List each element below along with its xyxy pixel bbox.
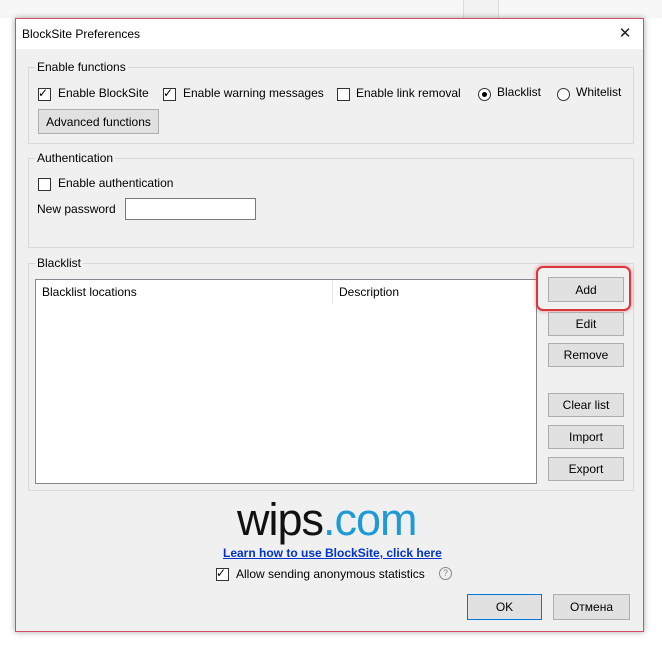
new-password-input[interactable] [125, 198, 256, 220]
logo-part-wips: wips [237, 494, 324, 545]
blacklist-group: Blacklist Blacklist locations Descriptio… [28, 256, 634, 491]
checkmark-icon: ✓ [216, 566, 227, 580]
clear-list-button[interactable]: Clear list [548, 393, 624, 417]
logo-part-com: .com [323, 494, 418, 545]
enable-blocksite-label: Enable BlockSite [58, 86, 149, 100]
close-icon[interactable]: ✕ [613, 22, 637, 46]
enable-authentication-checkbox[interactable] [38, 178, 51, 191]
import-button[interactable]: Import [548, 425, 624, 449]
window-title: BlockSite Preferences [22, 27, 141, 41]
help-icon[interactable]: ? [439, 567, 452, 580]
wips-logo: wips.com [237, 494, 418, 546]
whitelist-radio-label: Whitelist [576, 85, 622, 99]
enable-functions-group: Enable functions ✓ Enable BlockSite ✓ En… [28, 60, 634, 144]
background-window-strip [0, 0, 662, 18]
radio-dot-icon [482, 92, 487, 97]
enable-functions-legend: Enable functions [35, 60, 128, 74]
enable-blocksite-checkbox[interactable]: ✓ [38, 86, 51, 101]
blacklist-legend: Blacklist [35, 256, 84, 270]
enable-link-removal-checkbox[interactable] [337, 88, 350, 101]
ok-button[interactable]: OK [467, 594, 542, 620]
enable-warning-checkbox[interactable]: ✓ [163, 86, 176, 101]
enable-authentication-label: Enable authentication [58, 176, 174, 190]
authentication-group: Authentication Enable authentication New… [28, 151, 634, 248]
checkmark-icon: ✓ [38, 86, 49, 100]
checkmark-icon: ✓ [163, 86, 174, 100]
export-button[interactable]: Export [548, 457, 624, 481]
learn-how-link[interactable]: Learn how to use BlockSite, click here [223, 546, 442, 560]
blacklist-radio[interactable] [478, 88, 491, 101]
cancel-button[interactable]: Отмена [553, 594, 630, 620]
advanced-functions-button[interactable]: Advanced functions [38, 109, 159, 134]
column-header-locations[interactable]: Blacklist locations [36, 280, 333, 304]
blacklist-listview[interactable]: Blacklist locations Description [35, 279, 537, 484]
remove-button[interactable]: Remove [548, 343, 624, 367]
allow-statistics-label: Allow sending anonymous statistics [236, 567, 425, 581]
authentication-legend: Authentication [35, 151, 116, 165]
add-button[interactable]: Add [548, 277, 624, 302]
allow-statistics-checkbox[interactable]: ✓ [216, 566, 229, 581]
title-bar: BlockSite Preferences ✕ [16, 19, 643, 49]
enable-warning-label: Enable warning messages [183, 86, 324, 100]
whitelist-radio[interactable] [557, 88, 570, 101]
blacklist-radio-label: Blacklist [497, 85, 542, 99]
edit-button[interactable]: Edit [548, 312, 624, 336]
preferences-dialog: BlockSite Preferences ✕ Enable functions… [15, 18, 644, 632]
new-password-label: New password [37, 202, 116, 216]
column-header-description[interactable]: Description [333, 280, 536, 304]
enable-link-removal-label: Enable link removal [356, 86, 461, 100]
background-tab [463, 0, 499, 18]
